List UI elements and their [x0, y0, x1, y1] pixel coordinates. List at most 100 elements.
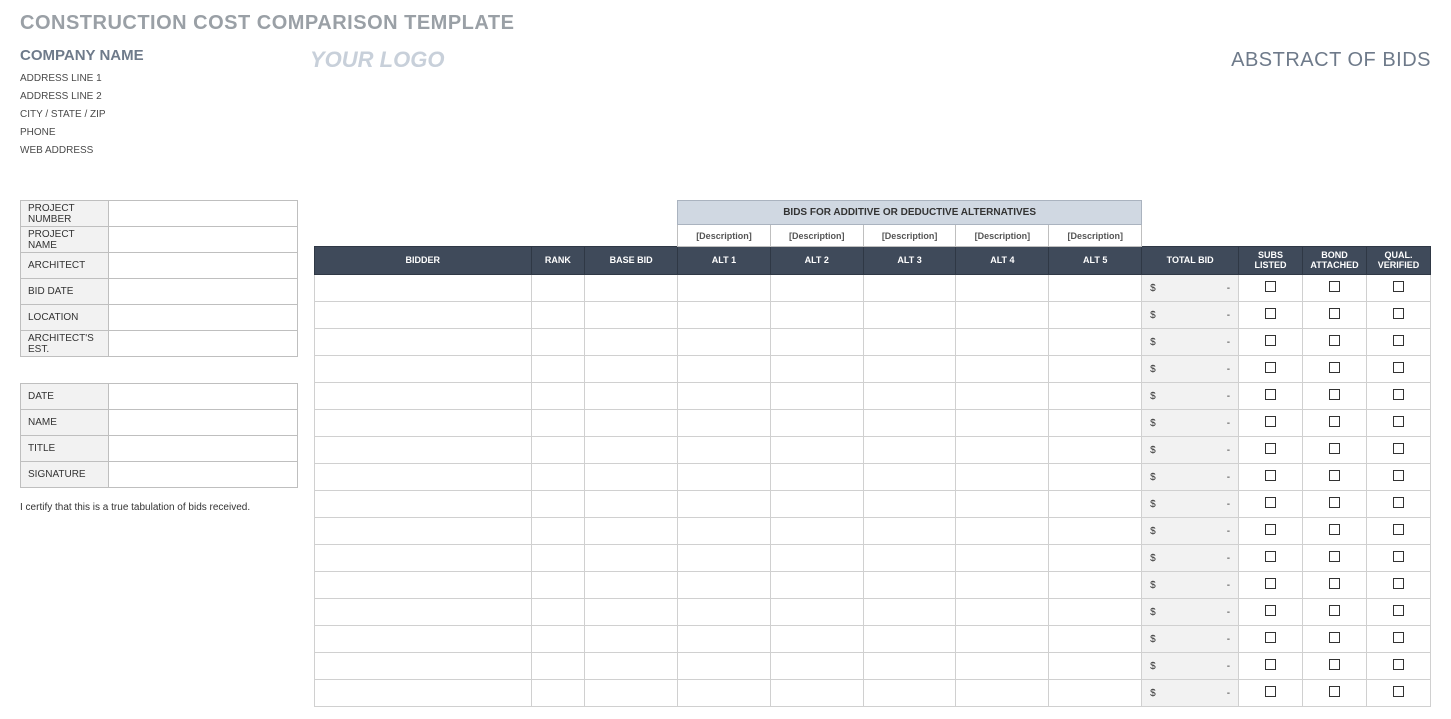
cell-bidder[interactable] [315, 437, 532, 464]
cell-bidder[interactable] [315, 275, 532, 302]
cell-alt1[interactable] [678, 383, 771, 410]
cell-base-bid[interactable] [585, 491, 678, 518]
checkbox-bond-attached[interactable] [1329, 416, 1340, 427]
cell-bidder[interactable] [315, 491, 532, 518]
cell-alt2[interactable] [770, 464, 863, 491]
cell-rank[interactable] [531, 653, 585, 680]
cell-alt4[interactable] [956, 572, 1049, 599]
input-bid-date[interactable] [109, 279, 298, 305]
cell-alt3[interactable] [863, 680, 956, 707]
checkbox-qual-verified[interactable] [1393, 416, 1404, 427]
cell-bidder[interactable] [315, 680, 532, 707]
checkbox-qual-verified[interactable] [1393, 659, 1404, 670]
input-architect[interactable] [109, 253, 298, 279]
checkbox-qual-verified[interactable] [1393, 578, 1404, 589]
checkbox-bond-attached[interactable] [1329, 632, 1340, 643]
cell-alt3[interactable] [863, 383, 956, 410]
checkbox-qual-verified[interactable] [1393, 443, 1404, 454]
cell-base-bid[interactable] [585, 383, 678, 410]
cell-bidder[interactable] [315, 545, 532, 572]
cell-alt5[interactable] [1049, 491, 1142, 518]
cell-alt4[interactable] [956, 680, 1049, 707]
cell-alt1[interactable] [678, 410, 771, 437]
checkbox-qual-verified[interactable] [1393, 470, 1404, 481]
cell-alt1[interactable] [678, 275, 771, 302]
cell-alt5[interactable] [1049, 572, 1142, 599]
checkbox-qual-verified[interactable] [1393, 335, 1404, 346]
checkbox-subs-listed[interactable] [1265, 416, 1276, 427]
alt1-description[interactable]: [Description] [678, 225, 771, 247]
checkbox-qual-verified[interactable] [1393, 308, 1404, 319]
checkbox-qual-verified[interactable] [1393, 551, 1404, 562]
cell-alt4[interactable] [956, 464, 1049, 491]
cell-alt2[interactable] [770, 410, 863, 437]
cell-alt1[interactable] [678, 518, 771, 545]
cell-alt1[interactable] [678, 626, 771, 653]
cell-alt5[interactable] [1049, 437, 1142, 464]
cell-alt2[interactable] [770, 680, 863, 707]
cell-base-bid[interactable] [585, 599, 678, 626]
cell-bidder[interactable] [315, 410, 532, 437]
cell-alt4[interactable] [956, 491, 1049, 518]
cell-alt3[interactable] [863, 464, 956, 491]
checkbox-bond-attached[interactable] [1329, 497, 1340, 508]
cell-alt3[interactable] [863, 572, 956, 599]
cell-alt5[interactable] [1049, 383, 1142, 410]
checkbox-qual-verified[interactable] [1393, 605, 1404, 616]
cell-rank[interactable] [531, 626, 585, 653]
checkbox-qual-verified[interactable] [1393, 686, 1404, 697]
cell-alt5[interactable] [1049, 680, 1142, 707]
cell-alt2[interactable] [770, 518, 863, 545]
cell-bidder[interactable] [315, 302, 532, 329]
cell-alt2[interactable] [770, 383, 863, 410]
checkbox-subs-listed[interactable] [1265, 632, 1276, 643]
cell-rank[interactable] [531, 518, 585, 545]
cell-alt4[interactable] [956, 545, 1049, 572]
checkbox-bond-attached[interactable] [1329, 551, 1340, 562]
checkbox-qual-verified[interactable] [1393, 632, 1404, 643]
cell-alt2[interactable] [770, 275, 863, 302]
cell-alt1[interactable] [678, 653, 771, 680]
cell-bidder[interactable] [315, 653, 532, 680]
checkbox-bond-attached[interactable] [1329, 605, 1340, 616]
input-architects-est[interactable] [109, 331, 298, 357]
cell-base-bid[interactable] [585, 437, 678, 464]
cell-alt5[interactable] [1049, 410, 1142, 437]
cell-alt1[interactable] [678, 437, 771, 464]
cell-bidder[interactable] [315, 599, 532, 626]
cell-alt4[interactable] [956, 599, 1049, 626]
cell-rank[interactable] [531, 545, 585, 572]
cell-rank[interactable] [531, 329, 585, 356]
cell-alt2[interactable] [770, 491, 863, 518]
cell-alt1[interactable] [678, 464, 771, 491]
cell-alt3[interactable] [863, 302, 956, 329]
checkbox-bond-attached[interactable] [1329, 335, 1340, 346]
cell-alt2[interactable] [770, 437, 863, 464]
cell-alt4[interactable] [956, 437, 1049, 464]
cell-alt2[interactable] [770, 545, 863, 572]
cell-alt3[interactable] [863, 599, 956, 626]
cell-alt1[interactable] [678, 599, 771, 626]
cell-rank[interactable] [531, 464, 585, 491]
alt2-description[interactable]: [Description] [770, 225, 863, 247]
cell-alt4[interactable] [956, 329, 1049, 356]
checkbox-subs-listed[interactable] [1265, 362, 1276, 373]
cell-alt5[interactable] [1049, 545, 1142, 572]
cell-alt4[interactable] [956, 302, 1049, 329]
cell-alt1[interactable] [678, 329, 771, 356]
cell-base-bid[interactable] [585, 329, 678, 356]
cell-alt3[interactable] [863, 545, 956, 572]
input-title[interactable] [109, 436, 298, 462]
alt3-description[interactable]: [Description] [863, 225, 956, 247]
cell-alt4[interactable] [956, 626, 1049, 653]
checkbox-bond-attached[interactable] [1329, 308, 1340, 319]
cell-alt3[interactable] [863, 356, 956, 383]
cell-alt5[interactable] [1049, 599, 1142, 626]
cell-base-bid[interactable] [585, 572, 678, 599]
cell-alt3[interactable] [863, 653, 956, 680]
checkbox-bond-attached[interactable] [1329, 281, 1340, 292]
checkbox-subs-listed[interactable] [1265, 578, 1276, 589]
cell-alt5[interactable] [1049, 518, 1142, 545]
cell-alt4[interactable] [956, 518, 1049, 545]
cell-rank[interactable] [531, 680, 585, 707]
